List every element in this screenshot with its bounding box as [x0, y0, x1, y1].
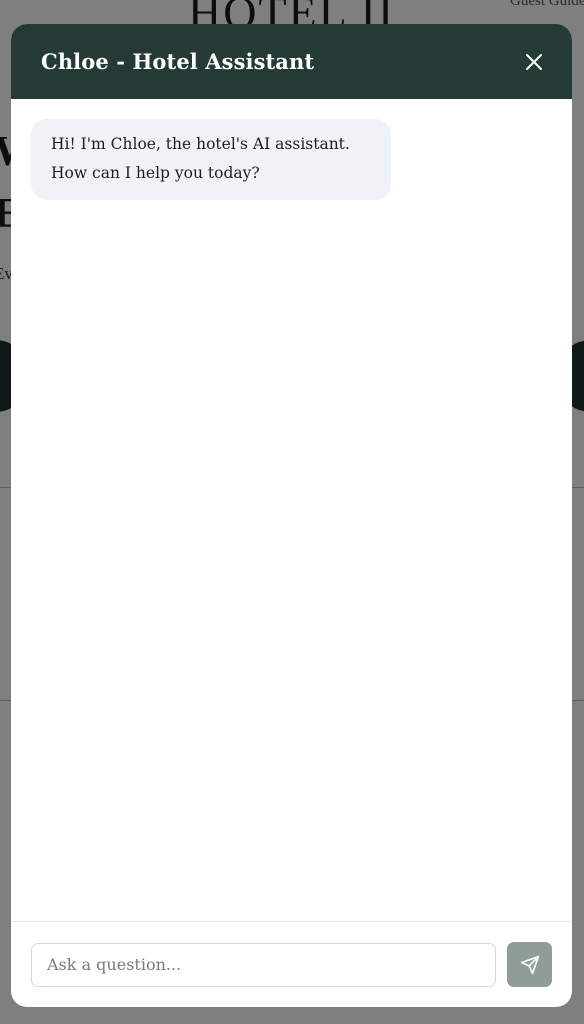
chat-input-bar	[11, 921, 572, 1007]
send-icon	[520, 955, 539, 974]
close-icon	[526, 53, 542, 70]
close-button[interactable]	[522, 50, 546, 74]
chat-input[interactable]	[31, 942, 496, 987]
page: HOTEL II Guest Guide W E Ev Chloe - Hote…	[0, 0, 584, 1024]
assistant-message: Hi! I'm Chloe, the hotel's AI assistant.…	[31, 119, 391, 200]
chat-header: Chloe - Hotel Assistant	[11, 24, 572, 99]
chat-window: Chloe - Hotel Assistant Hi! I'm Chloe, t…	[11, 24, 572, 1007]
chat-messages: Hi! I'm Chloe, the hotel's AI assistant.…	[11, 99, 572, 921]
chat-title: Chloe - Hotel Assistant	[41, 49, 315, 74]
send-button[interactable]	[507, 942, 552, 987]
